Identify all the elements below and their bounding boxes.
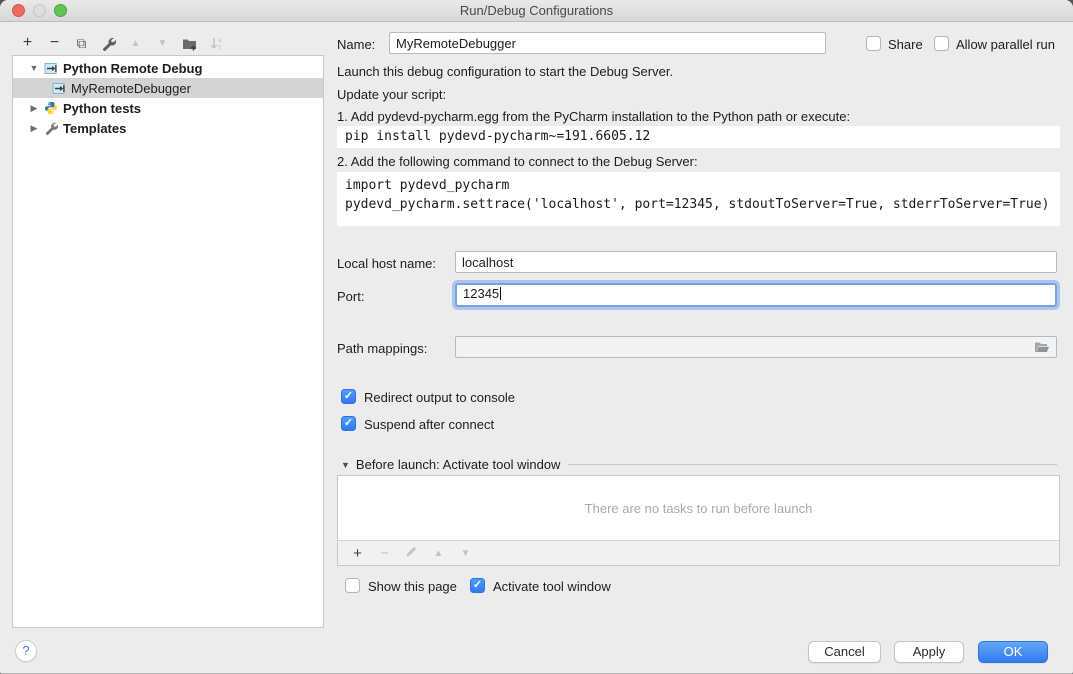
settrace-code: import pydevd_pycharm pydevd_pycharm.set…: [337, 172, 1060, 226]
configurations-toolbar: + − ⧉ ▲ ▼ az: [14, 31, 230, 55]
check-icon: ✓: [342, 417, 355, 430]
folder-plus-icon: [182, 36, 198, 51]
suspend-after-connect-label: Suspend after connect: [364, 417, 494, 433]
activate-tool-window-label: Activate tool window: [493, 579, 611, 595]
code-line: import pydevd_pycharm: [345, 176, 1052, 195]
path-mappings-label: Path mappings:: [337, 341, 427, 356]
window-title: Run/Debug Configurations: [0, 3, 1073, 18]
before-launch-title: Before launch: Activate tool window: [356, 457, 561, 472]
copy-configuration-icon[interactable]: ⧉: [68, 32, 95, 54]
share-checkbox[interactable]: ✓: [866, 36, 881, 51]
port-value: 12345: [463, 286, 499, 301]
move-task-down-icon: ▼: [452, 548, 479, 559]
svg-text:z: z: [218, 44, 221, 51]
chevron-right-icon[interactable]: ▶: [27, 103, 41, 114]
chevron-down-icon[interactable]: ▼: [27, 63, 41, 73]
text-caret: [500, 287, 501, 300]
tree-item-python-tests[interactable]: ▶ Python tests: [13, 98, 323, 118]
port-input[interactable]: 12345: [455, 283, 1057, 307]
show-this-page-checkbox[interactable]: ✓: [345, 578, 360, 593]
configurations-tree: ▼ Python Remote Debug MyRemoteDebugger ▶…: [12, 55, 324, 628]
before-launch-panel: There are no tasks to run before launch …: [337, 475, 1060, 566]
browse-folder-icon[interactable]: [1034, 340, 1050, 358]
run-debug-configurations-dialog: Run/Debug Configurations + − ⧉ ▲ ▼ az ▼ …: [0, 0, 1073, 674]
wrench-icon: [101, 36, 116, 51]
redirect-output-checkbox[interactable]: ✓: [341, 389, 356, 404]
remove-configuration-icon[interactable]: −: [41, 32, 68, 54]
edit-templates-wrench-icon[interactable]: [95, 32, 122, 54]
divider: [568, 464, 1057, 465]
update-script-text: Update your script:: [337, 87, 446, 102]
tree-item-label: Python Remote Debug: [63, 61, 202, 76]
name-label: Name:: [337, 37, 375, 52]
chevron-down-icon[interactable]: ▼: [341, 460, 350, 470]
empty-tasks-text: There are no tasks to run before launch: [585, 501, 813, 516]
code-line: pydevd_pycharm.settrace('localhost', por…: [345, 195, 1052, 214]
allow-parallel-run-checkbox[interactable]: ✓: [934, 36, 949, 51]
check-icon: ✓: [342, 390, 355, 403]
remove-task-icon: −: [371, 545, 398, 562]
tree-item-label: Templates: [63, 121, 126, 136]
new-folder-icon[interactable]: [176, 32, 203, 54]
tree-item-myremotedebugger[interactable]: MyRemoteDebugger: [13, 78, 323, 98]
tree-item-python-remote-debug[interactable]: ▼ Python Remote Debug: [13, 58, 323, 78]
suspend-after-connect-checkbox[interactable]: ✓: [341, 416, 356, 431]
chevron-right-icon[interactable]: ▶: [27, 123, 41, 134]
question-icon: ?: [22, 643, 29, 658]
remote-debug-config-icon: [51, 81, 66, 95]
python-icon: [43, 101, 58, 115]
wrench-icon: [43, 121, 58, 135]
move-down-icon: ▼: [149, 32, 176, 54]
tree-item-label: Python tests: [63, 101, 141, 116]
step1-text: 1. Add pydevd-pycharm.egg from the PyCha…: [337, 109, 850, 124]
task-toolbar: + − ▲ ▼: [338, 540, 1059, 565]
check-icon: ✓: [471, 579, 484, 592]
share-label: Share: [888, 37, 923, 53]
task-list[interactable]: There are no tasks to run before launch: [338, 476, 1059, 540]
add-task-icon[interactable]: +: [344, 545, 371, 562]
local-host-name-label: Local host name:: [337, 256, 436, 271]
move-up-icon: ▲: [122, 32, 149, 54]
show-this-page-label: Show this page: [368, 579, 457, 595]
allow-parallel-run-label: Allow parallel run: [956, 37, 1055, 53]
cancel-button[interactable]: Cancel: [808, 641, 881, 663]
tree-item-templates[interactable]: ▶ Templates: [13, 118, 323, 138]
before-launch-header[interactable]: ▼ Before launch: Activate tool window: [341, 457, 1057, 472]
redirect-output-label: Redirect output to console: [364, 390, 515, 406]
move-task-up-icon: ▲: [425, 548, 452, 559]
svg-text:a: a: [218, 37, 222, 44]
tree-item-label: MyRemoteDebugger: [71, 81, 191, 96]
apply-button[interactable]: Apply: [894, 641, 964, 663]
ok-button[interactable]: OK: [978, 641, 1048, 663]
titlebar: Run/Debug Configurations: [0, 0, 1073, 22]
port-label: Port:: [337, 289, 364, 304]
edit-task-icon: [398, 545, 425, 562]
activate-tool-window-checkbox[interactable]: ✓: [470, 578, 485, 593]
remote-debug-config-icon: [43, 61, 58, 75]
local-host-name-input[interactable]: [455, 251, 1057, 273]
name-input[interactable]: [389, 32, 826, 54]
help-button[interactable]: ?: [15, 640, 37, 662]
intro-text: Launch this debug configuration to start…: [337, 64, 673, 79]
sort-alphabetically-icon: az: [203, 32, 230, 54]
pip-install-code: pip install pydevd-pycharm~=191.6605.12: [337, 126, 1060, 148]
step2-text: 2. Add the following command to connect …: [337, 154, 698, 169]
sort-az-icon: az: [209, 36, 224, 51]
path-mappings-input[interactable]: [455, 336, 1057, 358]
add-configuration-icon[interactable]: +: [14, 32, 41, 54]
